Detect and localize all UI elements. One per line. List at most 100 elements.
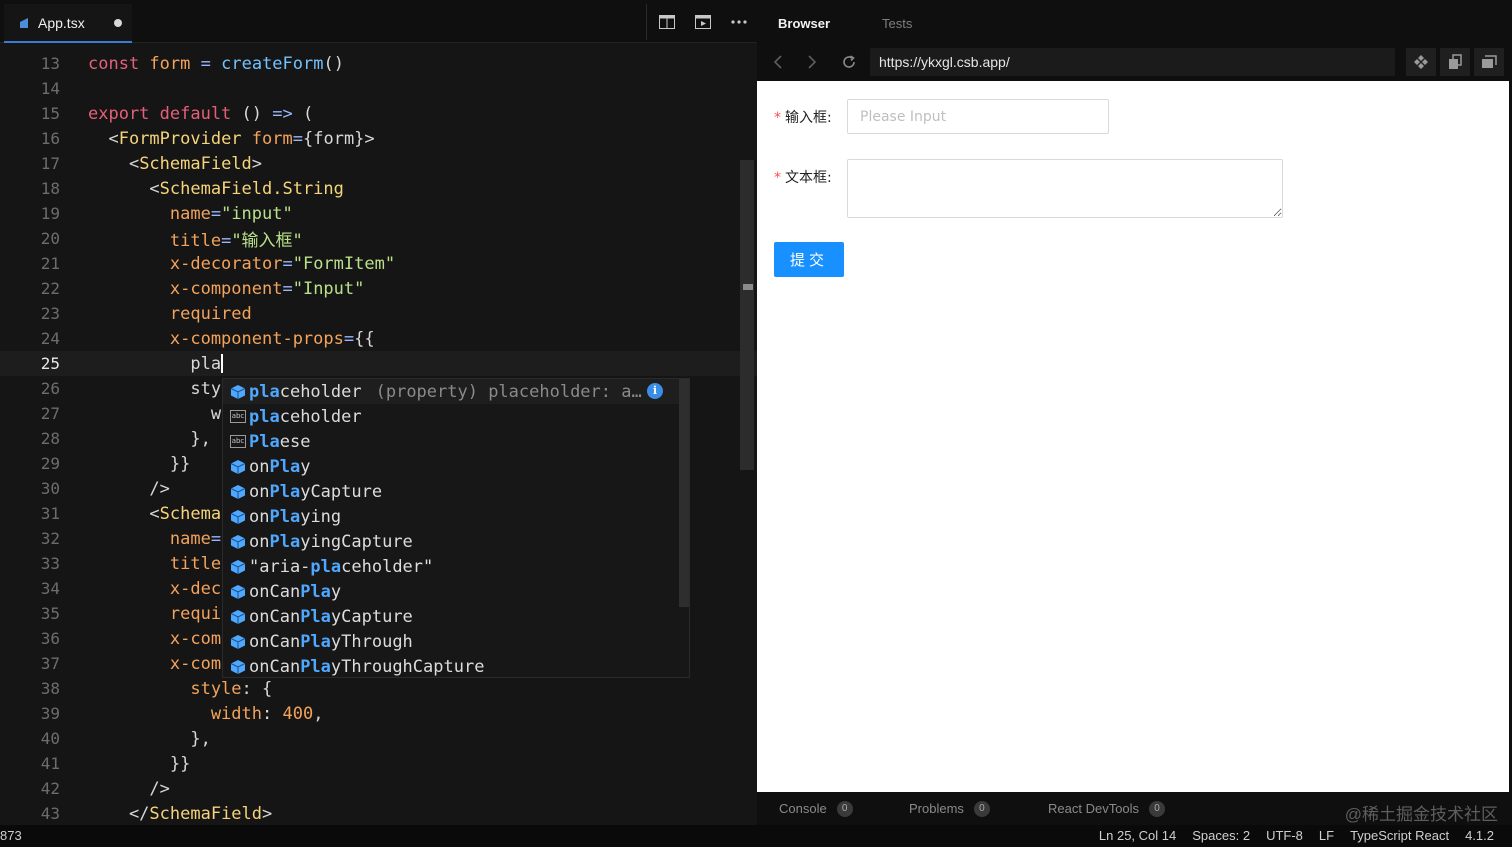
- line-text: requi: [88, 604, 221, 624]
- status-line-ending[interactable]: LF: [1319, 828, 1334, 843]
- forward-icon[interactable]: [799, 49, 825, 75]
- text-word-icon: abc: [230, 410, 246, 423]
- suggest-scrollbar[interactable]: [679, 379, 689, 607]
- text-input[interactable]: [847, 99, 1109, 134]
- submit-button[interactable]: 提交: [774, 242, 844, 277]
- code-line[interactable]: 42 />: [0, 776, 757, 801]
- info-icon[interactable]: i: [647, 383, 663, 399]
- line-number: 29: [40, 454, 60, 473]
- suggest-item[interactable]: "aria-placeholder": [223, 554, 679, 579]
- code-line[interactable]: 13 const form = createForm(): [0, 51, 757, 76]
- property-cube-icon: [229, 508, 247, 526]
- suggest-item[interactable]: abc placeholder: [223, 404, 679, 429]
- suggest-item[interactable]: onPlay: [223, 454, 679, 479]
- status-indentation[interactable]: Spaces: 2: [1192, 828, 1250, 843]
- suggest-match: Pla: [269, 506, 301, 527]
- move-pane-icon[interactable]: [1406, 48, 1436, 76]
- tab-app-tsx[interactable]: App.tsx: [4, 4, 132, 43]
- line-text: const form = createForm(): [88, 54, 344, 74]
- code-line[interactable]: 17 <SchemaField>: [0, 151, 757, 176]
- code-line[interactable]: 18 <SchemaField.String: [0, 176, 757, 201]
- more-actions-icon[interactable]: [727, 10, 751, 34]
- tab-browser[interactable]: Browser: [778, 16, 830, 31]
- line-text: <FormProvider form={form}>: [88, 129, 374, 149]
- editor-scrollbar[interactable]: [740, 160, 754, 470]
- status-encoding[interactable]: UTF-8: [1266, 828, 1303, 843]
- fullscreen-icon[interactable]: [1474, 48, 1504, 76]
- suggest-item[interactable]: onCanPlayThrough: [223, 629, 679, 654]
- line-text: export default () => (: [88, 104, 313, 124]
- code-editor[interactable]: App.tsx 13 const form = createForm() 14 15 e…: [0, 0, 757, 825]
- code-token: pla: [88, 353, 222, 374]
- suggest-text: yCapture: [300, 481, 383, 502]
- status-cursor-position[interactable]: Ln 25, Col 14: [1099, 828, 1176, 843]
- unsaved-dot-icon[interactable]: [114, 18, 122, 27]
- line-number: 20: [40, 229, 60, 248]
- suggest-text: ceholder: [279, 381, 362, 402]
- code-line[interactable]: 22 x-component="Input": [0, 276, 757, 301]
- code-token: : {: [241, 678, 273, 699]
- line-number: 18: [40, 179, 60, 198]
- code-line[interactable]: 41 }}: [0, 751, 757, 776]
- line-number: 37: [40, 654, 60, 673]
- suggest-match: Pla: [269, 456, 301, 477]
- suggest-text: ceholder": [341, 556, 434, 577]
- code-line[interactable]: 38 style: {: [0, 676, 757, 701]
- code-line[interactable]: 39 width: 400,: [0, 701, 757, 726]
- code-token: 400: [282, 703, 314, 724]
- code-line[interactable]: 40 },: [0, 726, 757, 751]
- devtools-tab-console[interactable]: Console 0: [779, 800, 853, 817]
- code-token: width: [88, 703, 262, 724]
- suggest-text: y: [330, 581, 342, 602]
- code-line[interactable]: 15 export default () => (: [0, 101, 757, 126]
- suggest-item[interactable]: abc Plaese: [223, 429, 679, 454]
- tab-tests[interactable]: Tests: [882, 16, 912, 31]
- code-line[interactable]: 19 name="input": [0, 201, 757, 226]
- line-text: w: [88, 404, 221, 424]
- suggest-text: onCan: [249, 581, 301, 602]
- suggest-item[interactable]: onPlayCapture: [223, 479, 679, 504]
- autocomplete-suggest-widget[interactable]: placeholder (property) placeholder: a… i ab…: [222, 378, 690, 678]
- code-line[interactable]: 43 </SchemaField>: [0, 801, 757, 825]
- open-new-window-icon[interactable]: [1440, 48, 1470, 76]
- line-number: 30: [40, 479, 60, 498]
- code-line[interactable]: 24 x-component-props={{: [0, 326, 757, 351]
- code-token: <: [88, 153, 140, 174]
- suggest-label: Plaese: [249, 432, 310, 452]
- code-token: />: [88, 478, 170, 499]
- suggest-text: ceholder: [279, 406, 362, 427]
- back-icon[interactable]: [765, 49, 791, 75]
- suggest-match: Pla: [269, 531, 301, 552]
- suggest-item[interactable]: onCanPlayThroughCapture: [223, 654, 679, 677]
- suggest-item[interactable]: onCanPlay: [223, 579, 679, 604]
- code-token: },: [88, 728, 211, 749]
- suggest-item[interactable]: placeholder (property) placeholder: a… i: [223, 379, 679, 404]
- suggest-item[interactable]: onPlayingCapture: [223, 529, 679, 554]
- status-language-mode[interactable]: TypeScript React: [1350, 828, 1449, 843]
- code-line[interactable]: 25 pla: [0, 351, 757, 376]
- suggest-item[interactable]: onPlaying: [223, 504, 679, 529]
- code-token: name: [88, 528, 211, 549]
- code-line[interactable]: 16 <FormProvider form={form}>: [0, 126, 757, 151]
- suggest-item[interactable]: onCanPlayCapture: [223, 604, 679, 629]
- code-line[interactable]: 23 required: [0, 301, 757, 326]
- suggest-text: onCan: [249, 656, 301, 677]
- code-line[interactable]: 14: [0, 76, 757, 101]
- textarea-input[interactable]: [847, 159, 1283, 218]
- status-version[interactable]: 4.1.2: [1465, 828, 1494, 843]
- line-number: 33: [40, 554, 60, 573]
- code-token: x-component-props: [88, 328, 344, 349]
- line-text: sty: [88, 379, 221, 399]
- property-cube-icon: [229, 633, 247, 651]
- refresh-icon[interactable]: [836, 49, 862, 75]
- code-line[interactable]: 21 x-decorator="FormItem": [0, 251, 757, 276]
- devtools-tab-react-devtools[interactable]: React DevTools 0: [1048, 800, 1166, 817]
- split-editor-icon[interactable]: [655, 10, 679, 34]
- code-line[interactable]: 20 title="输入框": [0, 226, 757, 251]
- devtools-tab-problems[interactable]: Problems 0: [909, 800, 990, 817]
- code-token: =: [343, 328, 355, 349]
- url-input[interactable]: https://ykxgl.csb.app/: [870, 48, 1395, 76]
- preview-icon[interactable]: [691, 10, 715, 34]
- line-number: 32: [40, 529, 60, 548]
